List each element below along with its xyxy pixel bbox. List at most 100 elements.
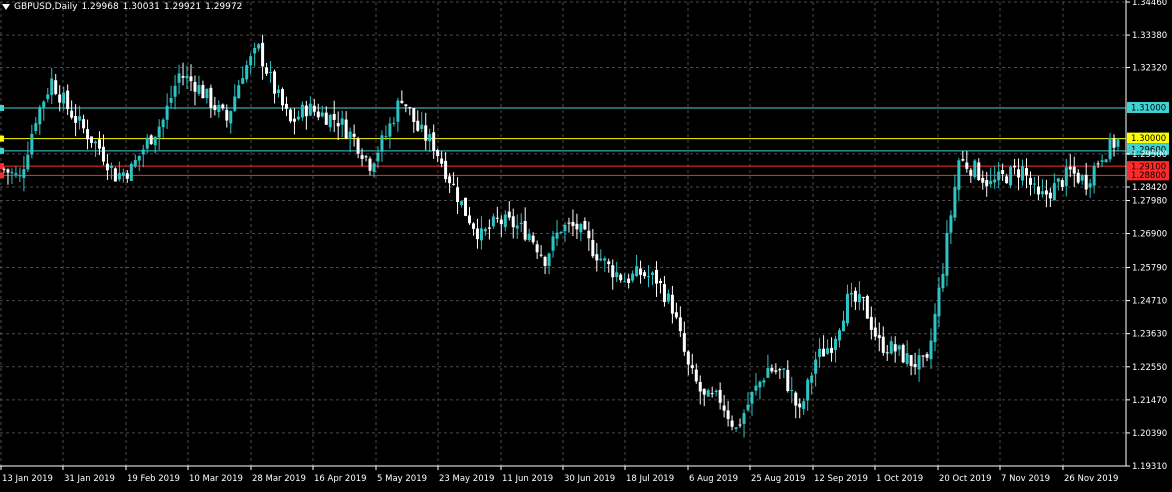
candle <box>456 177 460 214</box>
candle <box>647 265 651 288</box>
candle <box>794 391 798 419</box>
x-tick-label: 19 Feb 2019 <box>127 474 180 484</box>
level-handle[interactable] <box>0 163 4 170</box>
candle <box>475 218 479 249</box>
price-chart[interactable]: 1.31000 1.30000 1.29600 1.29100 1.28800 1.34… <box>0 0 1172 488</box>
candle <box>722 394 726 418</box>
candle <box>845 284 849 327</box>
candle <box>802 398 806 415</box>
candle <box>1021 159 1025 186</box>
candle <box>165 93 169 130</box>
candle <box>197 75 201 97</box>
candle <box>651 271 655 286</box>
chart-info-bar: GBPUSD,Daily 1.29968 1.30031 1.29921 1.2… <box>0 0 246 14</box>
candle <box>479 216 483 250</box>
x-tick-label: 16 Apr 2019 <box>314 474 367 484</box>
candle <box>201 80 205 99</box>
candle <box>981 170 985 190</box>
candle <box>670 285 674 324</box>
level-line-yellow[interactable]: 1.30000 <box>0 132 1169 145</box>
candle <box>141 144 145 168</box>
candle <box>50 68 54 104</box>
candle <box>352 124 356 147</box>
candle <box>750 391 754 416</box>
candle <box>308 96 312 117</box>
candle <box>277 84 281 98</box>
candle <box>690 353 694 374</box>
chart-menu-triangle-icon[interactable] <box>2 4 10 10</box>
candle <box>515 214 519 239</box>
candle <box>237 79 241 99</box>
candle <box>841 311 845 332</box>
candle <box>444 152 448 183</box>
candle <box>893 336 897 363</box>
candle <box>396 97 400 132</box>
candle <box>66 84 70 116</box>
candle <box>177 64 181 95</box>
level-handle[interactable] <box>0 135 4 142</box>
candle <box>193 75 197 106</box>
candle <box>619 273 623 283</box>
candle <box>284 96 288 117</box>
candle <box>436 148 440 163</box>
candle <box>217 100 221 118</box>
candle <box>1064 158 1068 197</box>
candle <box>1116 137 1120 152</box>
candle <box>149 134 153 146</box>
level-handle[interactable] <box>0 147 4 154</box>
candle <box>90 136 94 148</box>
level-handle[interactable] <box>0 172 4 179</box>
candle <box>380 130 384 162</box>
candle <box>857 281 861 311</box>
candle <box>1052 173 1056 201</box>
candle <box>798 398 802 419</box>
x-tick-label: 23 May 2019 <box>439 474 494 484</box>
candle <box>78 105 82 130</box>
candle <box>1025 158 1029 189</box>
candle <box>953 174 957 221</box>
candle <box>770 364 774 374</box>
level-line-red[interactable]: 1.29100 <box>0 161 1169 173</box>
candle <box>428 128 432 153</box>
candle <box>221 103 225 111</box>
candle <box>698 375 702 405</box>
level-price-label: 1.31000 <box>1131 103 1166 113</box>
candle <box>571 209 575 236</box>
candle <box>814 351 818 387</box>
x-tick-label: 18 Jul 2019 <box>626 474 674 484</box>
candle <box>324 106 328 125</box>
chart-canvas[interactable]: 1.310001.300001.296001.291001.28800 1.34… <box>0 0 1172 488</box>
candle <box>885 344 889 361</box>
candle <box>579 222 583 242</box>
candle <box>292 108 296 135</box>
candle <box>702 388 706 407</box>
candle <box>241 66 245 85</box>
candle <box>853 287 857 310</box>
candle <box>1013 158 1017 175</box>
candle <box>686 350 690 376</box>
candle <box>1076 169 1080 185</box>
candle <box>961 150 965 162</box>
candle <box>348 127 352 153</box>
level-handle[interactable] <box>0 104 4 111</box>
level-lines[interactable]: 1.310001.300001.296001.291001.28800 <box>0 101 1169 181</box>
candle <box>730 415 734 431</box>
candle <box>205 88 209 104</box>
candle <box>74 104 78 137</box>
y-tick-label: 1.24710 <box>1132 297 1167 307</box>
candle <box>483 227 487 236</box>
candle <box>563 222 567 242</box>
candle <box>97 131 101 156</box>
candle <box>1009 165 1013 189</box>
candle <box>503 210 507 232</box>
candle <box>587 221 591 251</box>
candle <box>22 156 26 192</box>
candle <box>599 249 603 262</box>
candle <box>818 337 822 368</box>
level-line-red[interactable]: 1.28800 <box>0 169 1169 181</box>
candle <box>412 107 416 133</box>
candle <box>26 141 30 172</box>
candle <box>834 335 838 363</box>
candle <box>539 245 543 258</box>
candle <box>273 69 277 104</box>
